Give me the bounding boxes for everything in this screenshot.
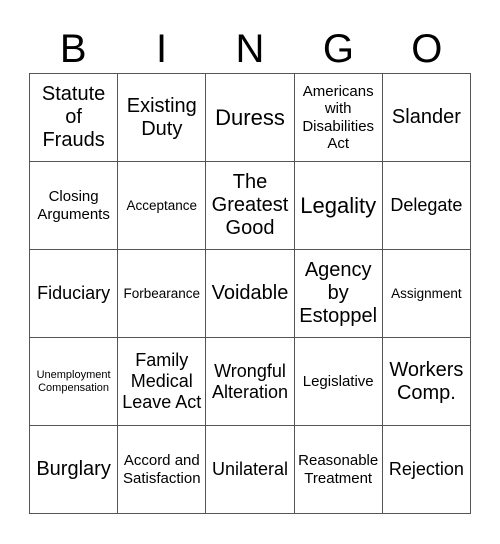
bingo-cell[interactable]: Slander (382, 74, 471, 162)
bingo-cell[interactable]: Agency by Estoppel (294, 250, 383, 338)
bingo-cell-text: Unilateral (211, 459, 289, 480)
bingo-cell[interactable]: Fiduciary (30, 250, 119, 338)
bingo-cell-text: Statute of Frauds (41, 83, 106, 151)
bingo-cell[interactable]: Forbearance (118, 250, 207, 338)
bingo-cell-text: Forbearance (123, 285, 201, 301)
bingo-cell-text: Assignment (391, 285, 462, 301)
bingo-cell-text: Delegate (390, 195, 463, 216)
bingo-cell-text: Legislative (302, 372, 374, 390)
bingo-card-grid: Statute of Frauds Existing Duty Duress America… (29, 73, 471, 514)
bingo-cell[interactable]: Existing Duty (118, 74, 207, 162)
bingo-cell[interactable]: Reasonable Treatment (294, 426, 383, 514)
bingo-cell[interactable]: Closing Arguments (30, 162, 119, 250)
bingo-cell[interactable]: Accord and Satisfaction (118, 426, 207, 514)
bingo-cell[interactable]: Assignment (382, 250, 471, 338)
header-letter-g: G (322, 27, 354, 71)
bingo-cell-text: Existing Duty (126, 94, 197, 140)
bingo-cell-text: Legality (300, 192, 377, 218)
bingo-cell-text: Burglary (36, 458, 111, 480)
bingo-cell-text: The Greatest Good (211, 171, 289, 239)
bingo-cell-text: Accord and Satisfaction (123, 452, 201, 487)
bingo-cell-text: Acceptance (126, 197, 198, 213)
bingo-cell-text: Reasonable Treatment (298, 452, 379, 487)
bingo-cell[interactable]: Unilateral (206, 426, 295, 514)
header-letter-b: B (59, 27, 87, 71)
bingo-cell[interactable]: Rejection (382, 426, 471, 514)
bingo-cell[interactable]: Americans with Disabilities Act (294, 74, 383, 162)
bingo-cell[interactable]: Duress (206, 74, 295, 162)
bingo-cell[interactable]: Delegate (382, 162, 471, 250)
bingo-cell-text: Closing Arguments (37, 188, 110, 223)
bingo-cell[interactable]: Legality (294, 162, 383, 250)
bingo-cell-text: Voidable (211, 282, 289, 304)
header-letter-i: I (156, 27, 168, 71)
bingo-cell[interactable]: The Greatest Good (206, 162, 295, 250)
bingo-cell[interactable]: Statute of Frauds (30, 74, 119, 162)
bingo-cell-text: Americans with Disabilities Act (302, 83, 375, 152)
bingo-cell-text: Rejection (388, 459, 464, 480)
header-letter-n: N (235, 27, 265, 71)
bingo-cell[interactable]: Unemployment Compensation (30, 338, 119, 426)
bingo-cell-text: Wrongful Alteration (211, 360, 289, 402)
bingo-cell-text: Workers Comp. (389, 358, 464, 404)
bingo-cell-text: Agency by Estoppel (299, 259, 378, 327)
bingo-cell[interactable]: Workers Comp. (382, 338, 471, 426)
bingo-cell-text: Fiduciary (37, 283, 111, 304)
bingo-cell[interactable]: Family Medical Leave Act (118, 338, 207, 426)
header-letter-o: O (411, 27, 443, 71)
bingo-cell[interactable]: Wrongful Alteration (206, 338, 295, 426)
bingo-cell[interactable]: Acceptance (118, 162, 207, 250)
bingo-cell-text: Family Medical Leave Act (122, 350, 202, 412)
bingo-header: B I N G O (29, 24, 471, 74)
bingo-cell[interactable]: Voidable (206, 250, 295, 338)
bingo-cell-text: Slander (391, 106, 461, 128)
bingo-cell-text: Duress (215, 104, 285, 130)
bingo-cell-text: Unemployment Compensation (36, 368, 111, 394)
bingo-cell[interactable]: Legislative (294, 338, 383, 426)
bingo-cell[interactable]: Burglary (30, 426, 119, 514)
